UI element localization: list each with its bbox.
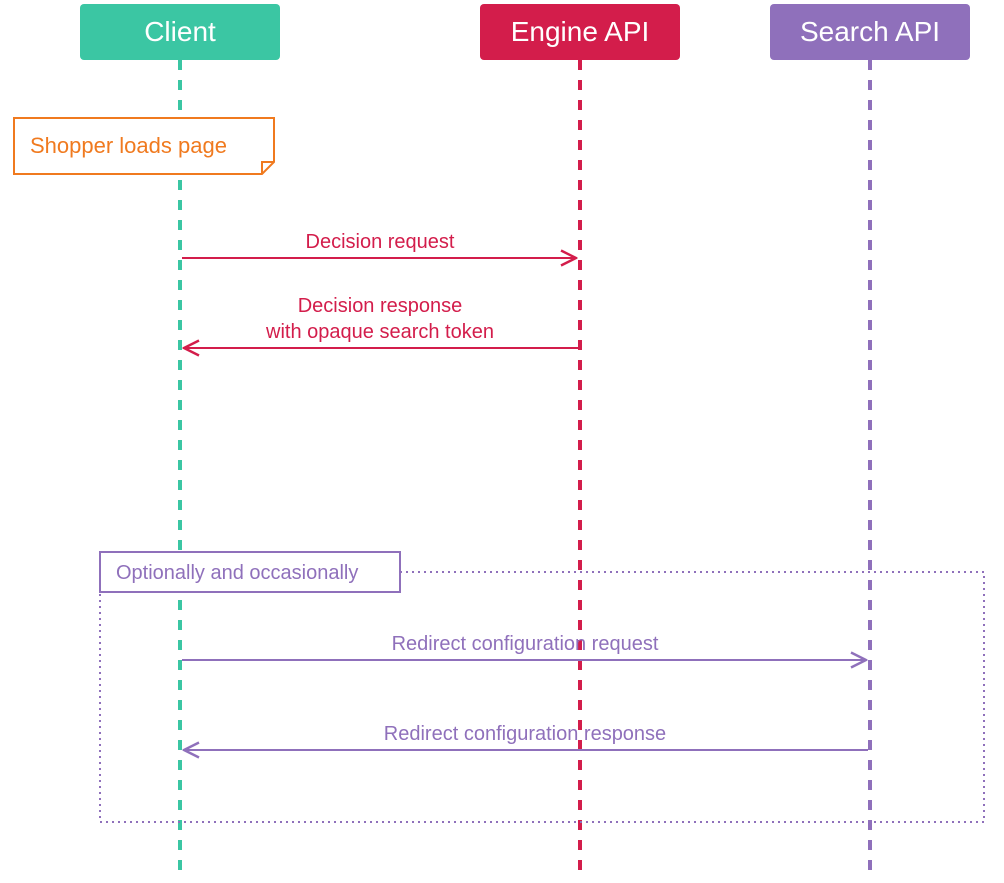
participant-engine: Engine API	[480, 4, 680, 60]
participant-search-label: Search API	[800, 16, 940, 47]
participant-client: Client	[80, 4, 280, 60]
message-redirect-response-label: Redirect configuration response	[384, 723, 666, 745]
message-redirect-response: Redirect configuration response	[184, 723, 868, 750]
participant-search: Search API	[770, 4, 970, 60]
message-redirect-request-label: Redirect configuration request	[392, 633, 659, 655]
participant-engine-label: Engine API	[511, 16, 650, 47]
participant-client-label: Client	[144, 16, 216, 47]
optional-block: Optionally and occasionally Redirect con…	[100, 552, 984, 822]
optional-block-title: Optionally and occasionally	[116, 562, 358, 584]
message-decision-response: Decision response with opaque search tok…	[184, 295, 578, 348]
message-decision-request-label: Decision request	[306, 231, 455, 253]
note-shopper-loads-page: Shopper loads page	[14, 118, 274, 174]
message-decision-response-label-1: Decision response	[298, 295, 463, 317]
note-label: Shopper loads page	[30, 133, 227, 158]
message-decision-response-label-2: with opaque search token	[265, 321, 494, 343]
message-redirect-request: Redirect configuration request	[182, 633, 866, 660]
message-decision-request: Decision request	[182, 231, 576, 258]
sequence-diagram: Client Engine API Search API Shopper loa…	[0, 0, 1004, 883]
